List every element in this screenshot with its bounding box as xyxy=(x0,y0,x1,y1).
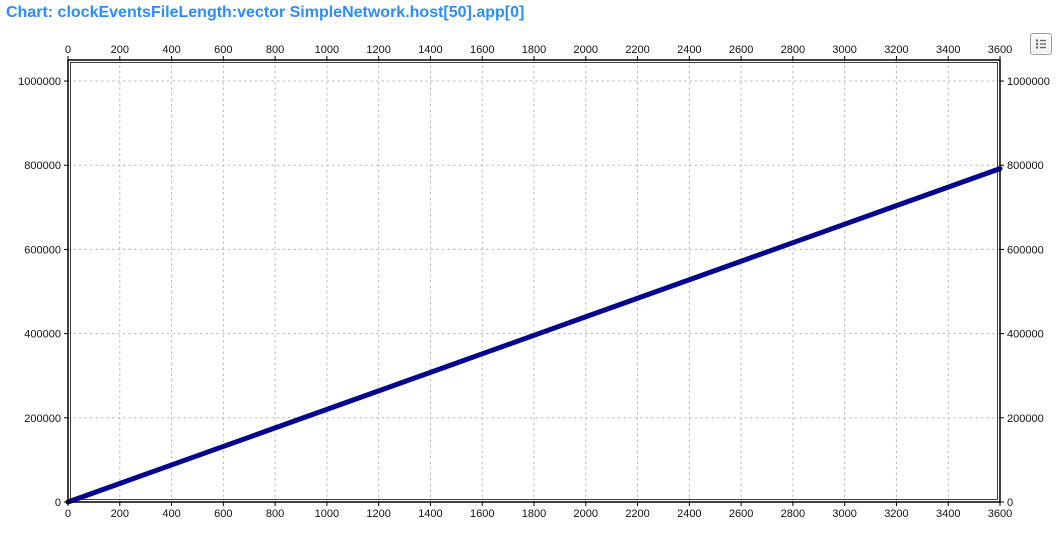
y-tick-label-right: 600000 xyxy=(1007,244,1044,256)
x-tick-label: 400 xyxy=(162,508,180,520)
x-tick-label-top: 3600 xyxy=(988,44,1012,56)
y-tick-label: 600000 xyxy=(24,244,61,256)
x-tick-label: 1800 xyxy=(522,508,546,520)
x-tick-label-top: 200 xyxy=(111,44,129,56)
legend-button[interactable] xyxy=(1030,33,1052,55)
x-tick-label: 3200 xyxy=(884,508,908,520)
x-tick-label-top: 2400 xyxy=(677,44,701,56)
x-tick-label: 1400 xyxy=(418,508,442,520)
y-tick-label: 800000 xyxy=(24,160,61,172)
y-tick-label-right: 400000 xyxy=(1007,329,1044,341)
x-tick-label-top: 1200 xyxy=(366,44,390,56)
x-tick-label-top: 0 xyxy=(65,44,71,56)
x-tick-label: 3000 xyxy=(832,508,856,520)
y-tick-label: 200000 xyxy=(24,413,61,425)
x-tick-label: 2200 xyxy=(625,508,649,520)
y-tick-label-right: 1000000 xyxy=(1007,76,1050,88)
x-tick-label: 2800 xyxy=(781,508,805,520)
x-tick-label: 200 xyxy=(111,508,129,520)
x-tick-label: 0 xyxy=(65,508,71,520)
x-tick-label-top: 1400 xyxy=(418,44,442,56)
x-tick-label: 2000 xyxy=(574,508,598,520)
y-tick-label-right: 200000 xyxy=(1007,413,1044,425)
x-tick-label-top: 1800 xyxy=(522,44,546,56)
x-tick-label-top: 1000 xyxy=(315,44,339,56)
x-tick-label: 600 xyxy=(214,508,232,520)
x-tick-label-top: 3000 xyxy=(832,44,856,56)
y-tick-label-right: 800000 xyxy=(1007,160,1044,172)
x-tick-label-top: 3400 xyxy=(936,44,960,56)
x-tick-label-top: 2800 xyxy=(781,44,805,56)
x-tick-label-top: 2200 xyxy=(625,44,649,56)
x-tick-label-top: 3200 xyxy=(884,44,908,56)
legend-icon xyxy=(1035,38,1047,50)
x-tick-label: 2600 xyxy=(729,508,753,520)
x-tick-label-top: 2000 xyxy=(574,44,598,56)
x-tick-label: 3600 xyxy=(988,508,1012,520)
x-tick-label: 2400 xyxy=(677,508,701,520)
x-tick-label: 1600 xyxy=(470,508,494,520)
x-tick-label-top: 800 xyxy=(266,44,284,56)
y-tick-label: 400000 xyxy=(24,329,61,341)
chart-title: Chart: clockEventsFileLength:vector Simp… xyxy=(0,0,1062,24)
y-tick-label: 1000000 xyxy=(18,76,61,88)
x-tick-label: 3400 xyxy=(936,508,960,520)
chart-plot[interactable]: 0020020040040060060080080010001000120012… xyxy=(0,24,1062,536)
x-tick-label: 1200 xyxy=(366,508,390,520)
y-tick-label-right: 0 xyxy=(1007,497,1013,509)
x-tick-label: 1000 xyxy=(315,508,339,520)
x-tick-label-top: 600 xyxy=(214,44,232,56)
x-tick-label-top: 2600 xyxy=(729,44,753,56)
x-tick-label-top: 400 xyxy=(162,44,180,56)
y-tick-label: 0 xyxy=(55,497,61,509)
x-tick-label-top: 1600 xyxy=(470,44,494,56)
x-tick-label: 800 xyxy=(266,508,284,520)
